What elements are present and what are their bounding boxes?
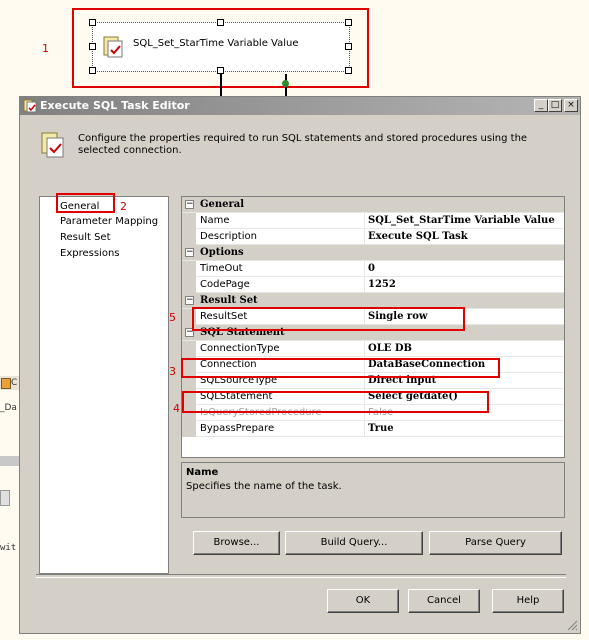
property-description-panel: Name Specifies the name of the task. — [181, 462, 565, 518]
title-bar[interactable]: Execute SQL Task Editor _ □ × — [20, 97, 580, 115]
property-name: TimeOut — [200, 263, 243, 274]
category-general[interactable]: − General — [182, 197, 564, 213]
background-icon — [1, 378, 11, 389]
resize-handle[interactable] — [345, 67, 352, 74]
background-scroll-arrow — [0, 490, 10, 506]
property-value[interactable]: 0 — [368, 263, 375, 274]
property-row-timeout[interactable]: TimeOut 0 — [182, 261, 564, 277]
annotation-number-4: 4 — [173, 402, 180, 415]
header-task-icon — [41, 132, 64, 158]
property-row-name[interactable]: Name SQL_Set_StarTime Variable Value — [182, 213, 564, 229]
background-fragment-da: _Da — [0, 403, 17, 413]
minimize-button[interactable]: _ — [534, 99, 548, 112]
resize-handle[interactable] — [345, 19, 352, 26]
property-name: Description — [200, 231, 257, 242]
category-options[interactable]: − Options — [182, 245, 564, 261]
property-name: ConnectionType — [200, 343, 280, 354]
resize-handle[interactable] — [217, 67, 224, 74]
property-name: CodePage — [200, 279, 250, 290]
separator — [36, 574, 566, 578]
category-label: Result Set — [200, 295, 258, 306]
nav-item-result-set[interactable]: Result Set — [60, 232, 111, 243]
maximize-button[interactable]: □ — [548, 99, 562, 112]
annotation-box-general — [56, 193, 115, 213]
background-fragment-c: C — [11, 378, 18, 388]
category-label: Options — [200, 247, 244, 258]
collapse-icon[interactable]: − — [185, 200, 194, 209]
ok-button[interactable]: OK — [327, 589, 399, 613]
resize-handle[interactable] — [345, 43, 352, 50]
task-name-label: SQL_Set_StarTime Variable Value — [133, 38, 299, 49]
header-description: Configure the properties required to run… — [78, 133, 528, 156]
property-value[interactable]: SQL_Set_StarTime Variable Value — [368, 215, 555, 226]
annotation-number-1: 1 — [42, 42, 49, 55]
property-value[interactable]: True — [368, 423, 394, 434]
collapse-icon[interactable]: − — [185, 296, 194, 305]
help-button[interactable]: Help — [492, 589, 564, 613]
annotation-box-sqlstatement — [182, 391, 489, 413]
property-row-connectiontype[interactable]: ConnectionType OLE DB — [182, 341, 564, 357]
annotation-box-connection — [181, 358, 500, 378]
nav-item-expressions[interactable]: Expressions — [60, 248, 120, 259]
description-text: Specifies the name of the task. — [186, 481, 342, 492]
editor-icon — [23, 99, 37, 113]
resize-handle[interactable] — [89, 19, 96, 26]
annotation-number-3: 3 — [169, 365, 176, 378]
annotation-number-2: 2 — [120, 200, 127, 213]
browse-button[interactable]: Browse... — [193, 531, 280, 555]
build-query-button[interactable]: Build Query... — [285, 531, 423, 555]
page-navigation-list: General Parameter Mapping Result Set Exp… — [39, 196, 169, 574]
connector-dot — [282, 80, 289, 87]
collapse-icon[interactable]: − — [185, 248, 194, 257]
category-label: General — [200, 199, 245, 210]
property-name: Name — [200, 215, 230, 226]
property-value[interactable]: OLE DB — [368, 343, 412, 354]
resize-handle[interactable] — [89, 67, 96, 74]
background-bar — [0, 456, 19, 466]
property-value[interactable]: Execute SQL Task — [368, 231, 468, 242]
annotation-box-resultset — [192, 307, 465, 331]
description-title: Name — [186, 467, 219, 478]
property-row-codepage[interactable]: CodePage 1252 — [182, 277, 564, 293]
property-value[interactable]: 1252 — [368, 279, 396, 290]
background-fragment-wit: wit — [0, 543, 17, 553]
property-row-description[interactable]: Description Execute SQL Task — [182, 229, 564, 245]
cancel-button[interactable]: Cancel — [408, 589, 480, 613]
property-row-bypassprepare[interactable]: BypassPrepare True — [182, 421, 564, 437]
close-button[interactable]: × — [564, 99, 578, 112]
dialog-title: Execute SQL Task Editor — [40, 99, 190, 112]
execute-sql-task-shape[interactable]: SQL_Set_StarTime Variable Value — [89, 19, 352, 74]
precedence-connector-left — [220, 74, 222, 96]
parse-query-button[interactable]: Parse Query — [429, 531, 562, 555]
resize-grip-icon[interactable] — [566, 619, 578, 631]
annotation-number-5: 5 — [169, 311, 176, 324]
property-name: BypassPrepare — [200, 423, 275, 434]
nav-item-parameter-mapping[interactable]: Parameter Mapping — [60, 216, 158, 227]
resize-handle[interactable] — [89, 43, 96, 50]
resize-handle[interactable] — [217, 19, 224, 26]
sql-task-icon — [103, 36, 123, 58]
